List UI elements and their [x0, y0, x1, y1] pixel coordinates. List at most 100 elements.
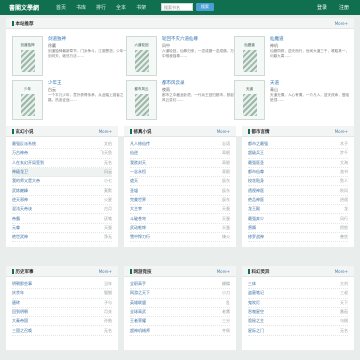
more-link[interactable]: More+	[99, 129, 112, 134]
list-item[interactable]: 武炼巅峰 莫默	[12, 186, 112, 196]
site-logo[interactable]: 書閣文學網	[9, 3, 39, 12]
list-item[interactable]: 都市之最强 木子	[248, 140, 348, 150]
book-title-link[interactable]: 全职高手	[130, 281, 208, 287]
list-item[interactable]: 王者荣耀 三分	[130, 317, 230, 327]
nav-completed[interactable]: 全本	[116, 4, 126, 11]
book-title-link[interactable]: 绝世武神	[12, 234, 90, 240]
list-item[interactable]: 龙王殿 龙	[248, 205, 348, 215]
login-link[interactable]: 登录	[317, 4, 327, 11]
list-item[interactable]: 超级兵王 步千	[248, 149, 348, 159]
book-title-link[interactable]: 都市仙尊	[248, 169, 326, 175]
list-item[interactable]: 圣墟 辰东	[130, 186, 230, 196]
book-title-link[interactable]: 绝品神医	[248, 197, 326, 203]
list-item[interactable]: 元尊 天蚕	[12, 224, 112, 233]
list-item[interactable]: 神级龙卫 风云	[12, 167, 112, 178]
book-title-link[interactable]: 回到明朝	[12, 309, 90, 315]
book-title-link[interactable]: 唐砖	[12, 300, 90, 306]
list-item[interactable]: 诡秘之主 乌贼	[248, 317, 348, 327]
more-link[interactable]: More+	[217, 129, 230, 134]
featured-book[interactable]: 剑道独神 剑道独神 徐赢 剑道独神最新章节，门派争斗，江湖恩怨，少年一剑问天，破…	[12, 36, 130, 80]
list-item[interactable]: 三体 大刘	[248, 280, 348, 290]
book-title-link[interactable]: 庆余年	[12, 290, 90, 296]
register-link[interactable]: 注册	[339, 4, 349, 11]
book-title-link[interactable]: 大秦帝国	[12, 318, 90, 324]
book-title-link[interactable]: 人在玄幻开局签到	[12, 160, 90, 166]
book-title-link[interactable]: 诡秘之主	[248, 318, 326, 324]
book-title-link[interactable]: 完美世界	[130, 197, 208, 203]
book-cover[interactable]: 都市风云	[126, 80, 157, 120]
list-item[interactable]: 万古神帝 飞天鱼	[12, 149, 112, 159]
book-title-link[interactable]: 武动乾坤	[130, 225, 208, 231]
book-title[interactable]: 剑道独神	[48, 36, 66, 42]
list-item[interactable]: 一念永恒 耳根	[130, 168, 230, 178]
book-title-link[interactable]: 赘婿	[248, 225, 326, 231]
book-title-link[interactable]: 万古神帝	[12, 150, 90, 156]
book-title[interactable]: 天道	[270, 80, 279, 86]
list-item[interactable]: 超神机械师 齐佩	[130, 326, 230, 336]
book-title-link[interactable]: 校花贴身	[248, 178, 326, 184]
book-title-link[interactable]: 圣墟	[130, 188, 208, 194]
search-button[interactable]: 搜索	[196, 3, 214, 11]
book-cover[interactable]: 六道轮回	[126, 36, 157, 76]
book-title-link[interactable]: 帝霸	[12, 216, 90, 222]
book-title[interactable]: 都市风云录	[162, 80, 185, 86]
book-title-link[interactable]: 修罗战神	[248, 234, 326, 240]
list-item[interactable]: 庆余年 猫腻	[12, 289, 112, 299]
book-title-link[interactable]: 遮天	[130, 178, 208, 184]
list-item[interactable]: 人在玄幻开局签到 无名	[12, 159, 112, 168]
list-item[interactable]: 绝世武神 净无	[12, 233, 112, 243]
book-title-link[interactable]: 最强弃少	[248, 216, 326, 222]
list-item[interactable]: 唐砖 孑与	[12, 299, 112, 308]
list-item[interactable]: 吞噬星空 番茄	[248, 308, 348, 318]
list-item[interactable]: 赘婿 愤怒	[248, 224, 348, 233]
nav-library[interactable]: 书库	[76, 4, 86, 11]
book-title[interactable]: 少年王	[48, 80, 62, 86]
book-cover[interactable]: 天道	[234, 80, 265, 120]
list-item[interactable]: 修罗战神 善良	[248, 233, 348, 243]
featured-book[interactable]: 天道 天道 青山 天道无情，人心有情，一介凡人，逆天改命，登临绝顶……	[234, 80, 352, 124]
more-link[interactable]: More+	[335, 129, 348, 134]
book-title-link[interactable]: 超神机械师	[130, 328, 208, 334]
list-item[interactable]: 校花贴身 鱼人	[248, 177, 348, 187]
featured-book[interactable]: 都市风云 都市风云录 夜雨 都市之中藏龙卧虎，一代兵王回归都市，掀起一场风云变幻…	[126, 80, 244, 124]
book-title-link[interactable]: 网游之天下	[130, 290, 208, 296]
book-title-link[interactable]: 元尊	[12, 225, 90, 231]
list-item[interactable]: 我的师父是大帝 小七	[12, 177, 112, 187]
list-item[interactable]: 明朝那些事 当年	[12, 280, 112, 290]
book-title-link[interactable]: 我的师父是大帝	[12, 178, 90, 184]
more-link[interactable]: More+	[99, 269, 112, 274]
book-title-link[interactable]: 盗墓笔记	[248, 290, 326, 296]
list-item[interactable]: 英雄联盟 乱	[130, 299, 230, 308]
list-item[interactable]: 斗破苍穹 天蚕	[130, 214, 230, 224]
book-title-link[interactable]: 最强反派系统	[12, 141, 90, 147]
list-item[interactable]: 透视神医 秋风	[248, 186, 348, 196]
list-item[interactable]: 最强反派系统 文伯	[12, 140, 112, 150]
list-item[interactable]: 全职高手 蝴蝶	[130, 280, 230, 290]
featured-book[interactable]: 少年 少年王 白云 一个平凡少年，意外获得传承，从此踏上强者之路，热血征途……	[12, 80, 130, 124]
book-title-link[interactable]: 凡人修仙传	[130, 141, 208, 147]
list-item[interactable]: 三国之召唤 无名	[12, 326, 112, 336]
book-title-link[interactable]: 龙王殿	[248, 206, 326, 212]
list-item[interactable]: 凡人修仙传 忘语	[130, 140, 230, 150]
list-item[interactable]: 遮天 辰东	[130, 177, 230, 187]
list-item[interactable]: 最强医圣 大海	[248, 159, 348, 168]
book-title-link[interactable]: 吞噬星空	[248, 309, 326, 315]
list-item[interactable]: 帝霸 厌笔	[12, 214, 112, 224]
list-item[interactable]: 大秦帝国 孙皓	[12, 317, 112, 327]
list-item[interactable]: 仙逆 耳根	[130, 149, 230, 159]
featured-book[interactable]: 六道轮回 轮回不灭六道仙尊 风中 六道轮回，仙尊归来，一念成魔一念成佛，万界之中…	[126, 36, 244, 80]
list-item[interactable]: 武动乾坤 天蚕	[130, 224, 230, 233]
search-input[interactable]: 搜索书名	[161, 3, 193, 11]
nav-home[interactable]: 首页	[56, 4, 66, 11]
book-title-link[interactable]: 透视神医	[248, 188, 326, 194]
book-title-link[interactable]: 我欲封天	[130, 160, 208, 166]
list-item[interactable]: 都市仙尊 洛书	[248, 168, 348, 178]
list-item[interactable]: 大主宰 天蚕	[130, 205, 230, 215]
book-title-link[interactable]: 最强医圣	[248, 160, 326, 166]
nav-rankings[interactable]: 排行	[96, 4, 106, 11]
list-item[interactable]: 雪中悍刀行 烽火	[130, 233, 230, 243]
book-title-link[interactable]: 大主宰	[130, 206, 208, 212]
book-title[interactable]: 轮回不灭六道仙尊	[162, 36, 198, 42]
list-item[interactable]: 混沌天帝诀 古月	[12, 205, 112, 215]
book-title-link[interactable]: 英雄联盟	[130, 300, 208, 306]
